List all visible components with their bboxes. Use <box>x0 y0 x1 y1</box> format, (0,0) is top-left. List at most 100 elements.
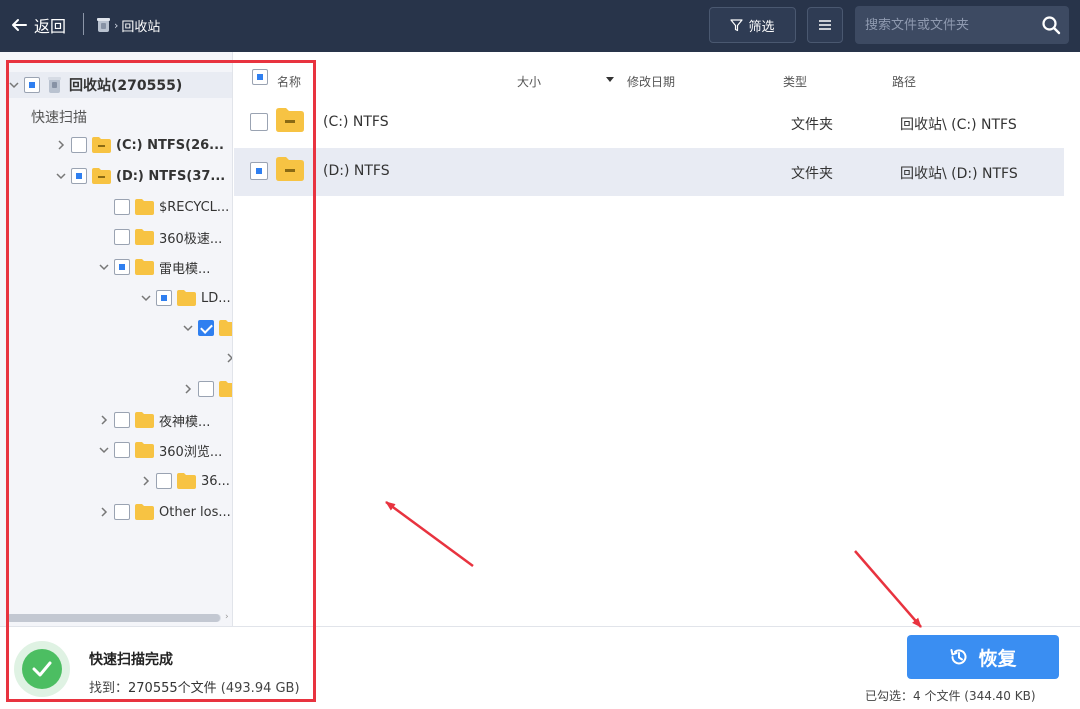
tree-node-folder[interactable] <box>182 377 232 401</box>
tree-node-folder[interactable] <box>182 316 232 340</box>
drive-folder-icon <box>276 157 304 181</box>
filter-label: 筛选 <box>748 19 775 35</box>
folder-icon <box>219 320 232 336</box>
tree-node-folder[interactable]: 360极速... <box>98 225 222 249</box>
drive-folder-icon <box>92 137 111 153</box>
tree-node-folder[interactable] <box>224 346 233 370</box>
tree-node-label: (C:) NTFS(26... <box>116 137 224 153</box>
tree-node-drive-c[interactable]: (C:) NTFS(26... <box>55 133 224 157</box>
tree-checkbox[interactable] <box>156 473 172 489</box>
filter-button[interactable]: 筛选 <box>709 7 796 43</box>
tree-checkbox[interactable] <box>114 412 130 428</box>
recover-button[interactable]: 恢复 <box>907 635 1059 679</box>
annotation-arrow-left <box>385 500 474 568</box>
folder-icon <box>135 229 154 245</box>
column-header-path[interactable]: 路径 <box>892 73 916 90</box>
search-icon[interactable] <box>1041 15 1061 35</box>
chevron-down-icon[interactable] <box>98 444 110 456</box>
found-prefix: 找到： <box>89 681 129 696</box>
chevron-down-icon[interactable] <box>8 79 20 91</box>
folder-icon <box>135 259 154 275</box>
row-checkbox[interactable] <box>250 162 268 180</box>
tree-checkbox[interactable] <box>198 320 214 336</box>
recover-label: 恢复 <box>978 647 1017 670</box>
column-header-date[interactable]: 修改日期 <box>627 73 675 90</box>
row-type: 文件夹 <box>791 117 833 133</box>
chevron-down-icon[interactable] <box>98 261 110 273</box>
tree-checkbox[interactable] <box>71 168 87 184</box>
tree-node-folder[interactable]: 360浏览... <box>98 438 222 462</box>
history-icon <box>950 649 967 665</box>
search-input[interactable] <box>865 6 1035 44</box>
tree-checkbox[interactable] <box>114 229 130 245</box>
back-button[interactable]: 返回 <box>10 12 66 38</box>
drive-folder-icon <box>92 168 111 184</box>
chevron-right-icon[interactable] <box>55 139 67 151</box>
folder-icon <box>135 504 154 520</box>
column-header-size[interactable]: 大小 <box>517 73 541 90</box>
chevron-right-icon[interactable] <box>98 506 110 518</box>
tree-node-folder[interactable]: $RECYCL... <box>98 195 229 219</box>
breadcrumb-label[interactable]: 回收站 <box>121 16 160 35</box>
tree-node-folder[interactable]: Other los... <box>98 500 231 524</box>
column-header-type[interactable]: 类型 <box>783 73 807 90</box>
scrollbar-thumb[interactable] <box>6 614 220 622</box>
tree-checkbox[interactable] <box>114 504 130 520</box>
recycle-bin-icon <box>48 77 61 93</box>
tree-checkbox[interactable] <box>114 199 130 215</box>
tree-node-label: 雷电模... <box>159 261 211 277</box>
chevron-down-icon[interactable] <box>55 170 67 182</box>
bottom-status-bar: 快速扫描完成 找到：270555个文件 (493.94 GB) 恢复 已勾选：4… <box>0 626 1080 709</box>
tree-node-folder[interactable]: 36... <box>140 469 230 493</box>
tree-node-folder[interactable]: LD... <box>140 286 231 310</box>
chevron-right-icon[interactable] <box>140 475 152 487</box>
tree-node-label: 360浏览... <box>159 444 223 460</box>
scan-status-title: 快速扫描完成 <box>89 652 173 668</box>
row-type: 文件夹 <box>791 166 833 182</box>
tree-node-label: 360极速... <box>159 231 223 247</box>
menu-icon <box>819 20 831 30</box>
tree-node-recycle-bin[interactable]: 回收站(270555) <box>8 72 232 98</box>
scroll-right-icon[interactable]: › <box>225 612 229 622</box>
tree-node-label: $RECYCL... <box>159 199 230 215</box>
tree-node-drive-d[interactable]: (D:) NTFS(37... <box>55 164 225 188</box>
folder-icon <box>135 412 154 428</box>
tree-checkbox[interactable] <box>114 259 130 275</box>
checkmark-icon <box>32 661 52 677</box>
folder-icon <box>135 199 154 215</box>
tree-checkbox[interactable] <box>156 290 172 306</box>
tree-node-folder[interactable]: 雷电模... <box>98 255 210 279</box>
view-menu-button[interactable] <box>807 7 843 43</box>
row-name: (D:) NTFS <box>323 163 390 179</box>
tree-checkbox[interactable] <box>114 442 130 458</box>
found-size: (493.94 GB) <box>220 681 300 696</box>
filter-icon <box>730 18 744 31</box>
tree-horizontal-scrollbar[interactable] <box>6 614 221 622</box>
chevron-right-icon[interactable] <box>182 383 194 395</box>
tree-node-label: 夜神模... <box>159 414 211 430</box>
sort-descending-icon[interactable] <box>606 77 614 82</box>
chevron-down-icon[interactable] <box>140 292 152 304</box>
recycle-bin-icon <box>96 17 111 33</box>
found-count: 270555个文件 <box>128 681 217 696</box>
tree-checkbox[interactable] <box>71 137 87 153</box>
chevron-right-icon[interactable] <box>224 352 233 364</box>
tree-checkbox[interactable] <box>198 381 214 397</box>
row-checkbox[interactable] <box>250 113 268 131</box>
breadcrumb: › 回收站 <box>96 15 160 35</box>
chevron-down-icon[interactable] <box>182 322 194 334</box>
tree-node-label: 36... <box>201 473 230 489</box>
arrow-left-icon <box>12 19 27 31</box>
tree-node-label: 回收站(270555) <box>69 78 183 94</box>
scan-complete-badge <box>22 649 62 689</box>
file-row[interactable]: (C:) NTFS 文件夹 回收站\ (C:) NTFS <box>234 99 1064 147</box>
tree-node-label: Other los... <box>159 504 231 520</box>
select-all-checkbox[interactable] <box>252 69 268 85</box>
tree-node-folder[interactable]: 夜神模... <box>98 408 210 432</box>
tree-checkbox[interactable] <box>24 77 40 93</box>
chevron-right-icon[interactable] <box>98 414 110 426</box>
row-path: 回收站\ (C:) NTFS <box>900 117 1017 133</box>
column-header-name[interactable]: 名称 <box>277 73 301 90</box>
file-row[interactable]: (D:) NTFS 文件夹 回收站\ (D:) NTFS <box>234 148 1064 196</box>
